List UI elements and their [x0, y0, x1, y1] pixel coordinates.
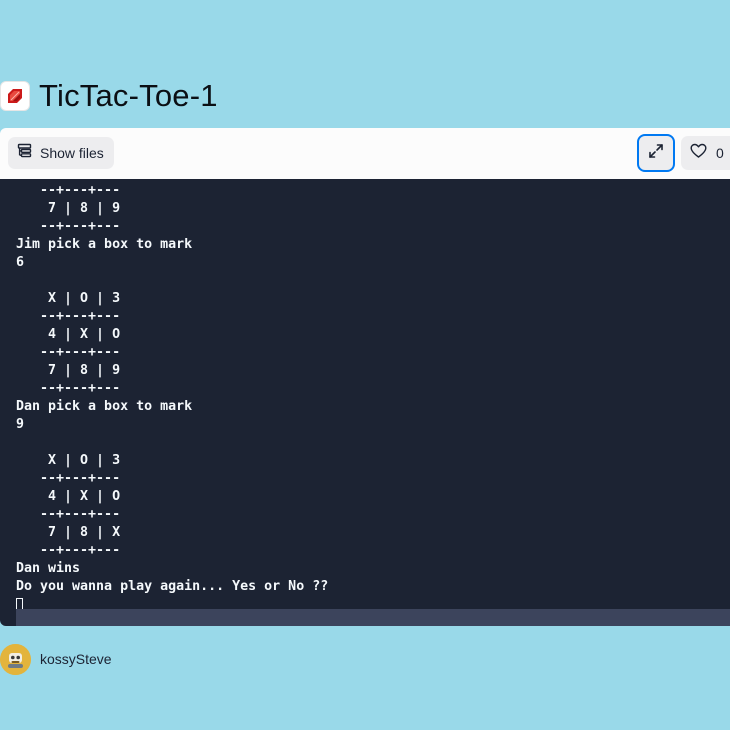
console-line: 7 | 8 | 9	[16, 363, 121, 378]
page-title: TicTac-Toe-1	[39, 78, 218, 113]
heart-icon	[690, 143, 707, 164]
ruby-icon	[0, 81, 30, 111]
console-line: X | O | 3	[16, 453, 121, 468]
like-count: 0	[716, 145, 724, 161]
avatar[interactable]	[0, 643, 31, 675]
console-line: Dan wins	[16, 561, 81, 576]
expand-button[interactable]	[637, 134, 675, 172]
console-line: --+---+---	[16, 183, 121, 198]
console-line: Jim pick a box to mark	[16, 237, 193, 252]
console-line: 4 | X | O	[16, 327, 121, 342]
horizontal-scrollbar[interactable]	[16, 609, 730, 626]
console-output[interactable]: --+---+--- 7 | 8 | 9 --+---+--- Jim pick…	[0, 179, 730, 626]
repl-header: TicTac-Toe-1	[0, 79, 218, 113]
console-lines: --+---+--- 7 | 8 | 9 --+---+--- Jim pick…	[16, 182, 328, 596]
author-info[interactable]: kossySteve	[0, 643, 112, 675]
console-line: --+---+---	[16, 345, 121, 360]
console-line: Do you wanna play again... Yes or No ??	[16, 579, 329, 594]
console-line: --+---+---	[16, 309, 121, 324]
like-button[interactable]: 0	[681, 136, 730, 170]
expand-icon	[648, 143, 664, 164]
console-line: 7 | 8 | X	[16, 525, 121, 540]
console-line: --+---+---	[16, 381, 121, 396]
console-line: --+---+---	[16, 219, 121, 234]
console-line: X | O | 3	[16, 291, 121, 306]
console-line: 7 | 8 | 9	[16, 201, 121, 216]
console-line: --+---+---	[16, 543, 121, 558]
console-line: --+---+---	[16, 471, 121, 486]
console-line: 9	[16, 417, 25, 432]
console-line: 4 | X | O	[16, 489, 121, 504]
console-line: Dan pick a box to mark	[16, 399, 193, 414]
console-line: --+---+---	[16, 507, 121, 522]
files-icon	[17, 143, 32, 163]
show-files-label: Show files	[40, 145, 104, 161]
repl-toolbar: Show files 0	[0, 128, 730, 179]
author-name[interactable]: kossySteve	[40, 651, 112, 667]
show-files-button[interactable]: Show files	[8, 137, 114, 169]
console-line: 6	[16, 255, 25, 270]
